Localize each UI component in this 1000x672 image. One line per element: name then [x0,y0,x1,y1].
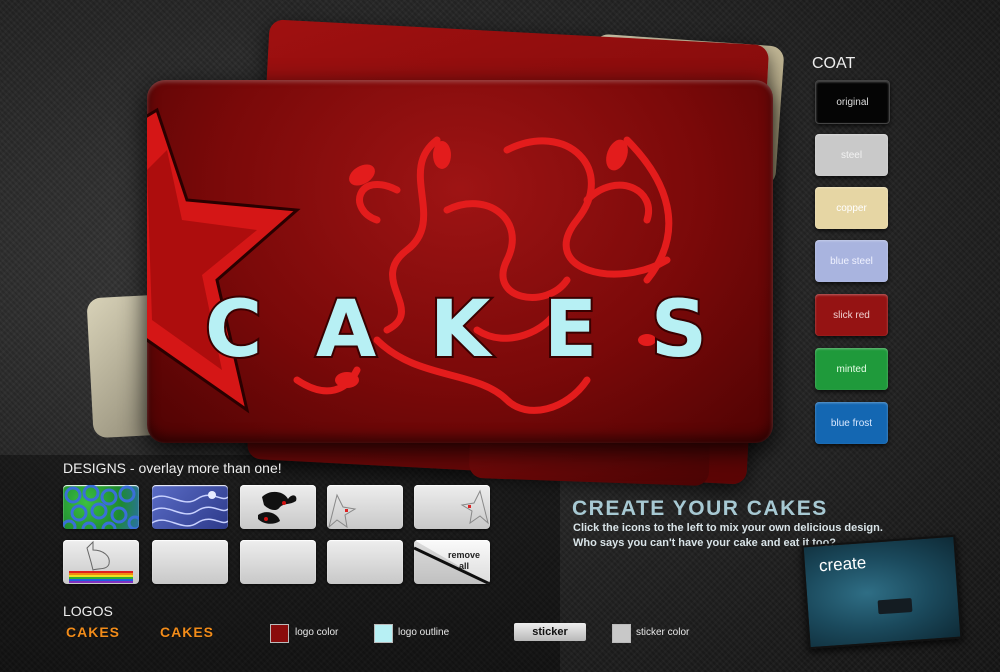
logo-outline-swatch[interactable] [374,624,393,643]
coat-option-minted[interactable]: minted [815,348,888,390]
design-tile-empty-3[interactable] [327,540,403,584]
designs-title: DESIGNS - overlay more than one! [63,460,282,476]
remove-all-button[interactable]: remove all [414,540,490,584]
unicorn-rainbow-icon [69,540,133,583]
coat-title: COAT [812,55,856,72]
coat-option-blue-frost[interactable]: blue frost [815,402,888,444]
design-tile-empty-1[interactable] [152,540,228,584]
design-tile-star-left[interactable] [327,485,403,529]
logo-option-1[interactable]: CAKES [66,624,120,640]
sticker-color-label: sticker color [636,627,690,638]
coat-option-copper[interactable]: copper [815,187,888,229]
waves-pattern-icon [152,491,228,527]
cake-preview-card: CAKES [147,80,773,443]
coat-option-blue-steel[interactable]: blue steel [815,240,888,282]
create-instructions-line1: Click the icons to the left to mix your … [573,522,883,534]
create-button-label: create [818,553,867,576]
star-outline-icon [460,489,489,525]
coat-option-slick-red[interactable]: slick red [815,294,888,336]
card-artwork [147,107,673,414]
logos-title: LOGOS [63,603,113,619]
remove-all-label: remove all [447,550,481,571]
brand-text: CAKES [205,290,715,370]
cakes-brand-logo: CAKES [203,290,715,370]
tag-icon [877,597,913,615]
circles-pattern-icon [63,485,139,529]
design-tile-dragons[interactable] [240,485,316,529]
logo-color-label: logo color [295,627,339,638]
sticker-color-swatch[interactable] [612,624,631,643]
create-title: CREATE YOUR CAKES [572,497,828,520]
dragon-icon [258,491,297,524]
coat-option-original[interactable]: original [815,80,890,124]
design-tile-empty-2[interactable] [240,540,316,584]
create-button[interactable]: create [801,534,963,650]
design-tile-unicorn[interactable] [63,540,139,584]
coat-option-steel[interactable]: steel [815,134,888,176]
sticker-button[interactable]: sticker [514,623,586,641]
create-instructions-line2: Who says you can't have your cake and ea… [573,537,837,549]
design-tile-waves[interactable] [152,485,228,529]
design-tile-star-right[interactable] [414,485,490,529]
star-outline-icon [328,493,357,529]
logo-outline-label: logo outline [398,627,450,638]
logo-option-2[interactable]: CAKES [160,624,214,640]
design-tile-circles[interactable] [63,485,139,529]
logo-color-swatch[interactable] [270,624,289,643]
